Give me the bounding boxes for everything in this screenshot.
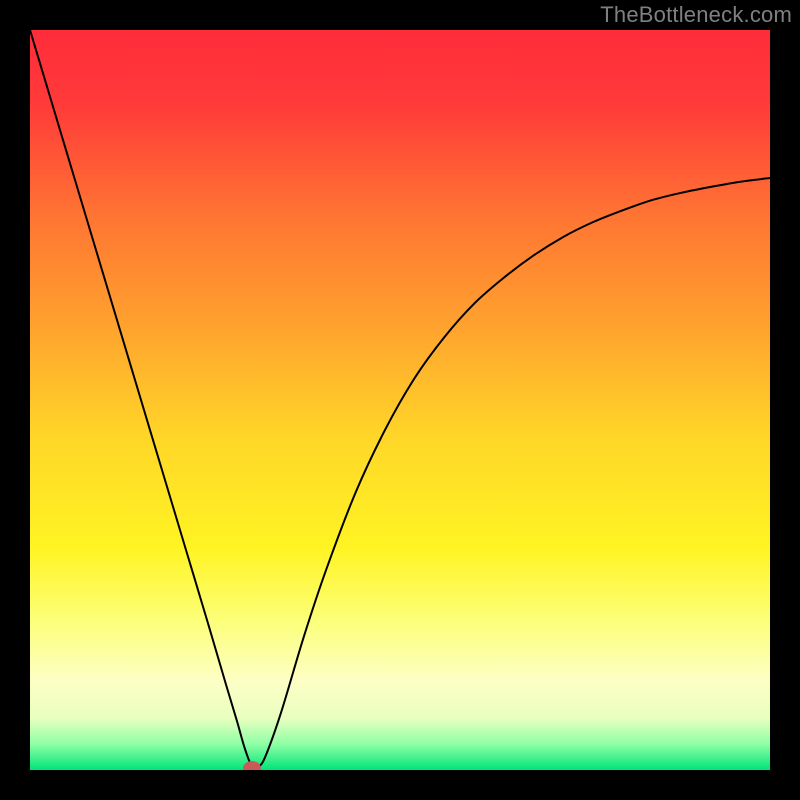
chart-svg bbox=[30, 30, 770, 770]
chart-frame: TheBottleneck.com bbox=[0, 0, 800, 800]
chart-plot-area bbox=[30, 30, 770, 770]
watermark-text: TheBottleneck.com bbox=[600, 2, 792, 28]
